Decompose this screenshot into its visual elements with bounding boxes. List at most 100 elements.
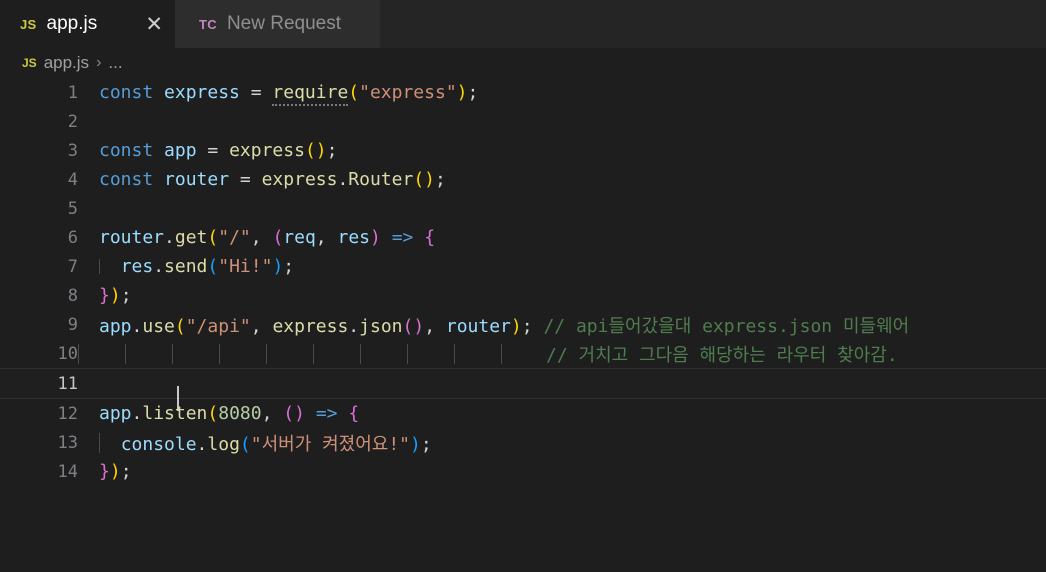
- token-punctuation: ;: [435, 169, 446, 190]
- token-comment: // 거치고 그다음 해당하는 라우터 찾아감.: [546, 344, 898, 366]
- token-punctuation: ;: [521, 315, 533, 337]
- line-number: 14: [57, 461, 78, 482]
- code-line[interactable]: 14 });: [0, 457, 1046, 486]
- token-object: app: [99, 403, 132, 424]
- indent-guide: [99, 432, 100, 453]
- line-number: 5: [67, 198, 78, 219]
- token-keyword: const: [99, 140, 154, 161]
- code-line[interactable]: 10 // 거치고 그다음 해당하는 라우터 찾아감.: [0, 339, 1046, 368]
- code-line[interactable]: 12 app.listen(8080, () => {: [0, 399, 1046, 428]
- token-operator: =: [250, 82, 262, 103]
- token-punctuation: .: [131, 315, 143, 337]
- token-method: log: [207, 433, 240, 455]
- code-line[interactable]: 1 const express = require("express");: [0, 78, 1046, 107]
- token-punctuation: ,: [424, 315, 436, 337]
- javascript-file-icon: JS: [20, 16, 37, 32]
- indent-guide: [501, 343, 502, 364]
- breadcrumb-file[interactable]: app.js: [44, 53, 89, 73]
- tab-label: app.js: [46, 13, 98, 34]
- code-line[interactable]: 2: [0, 107, 1046, 136]
- code-line[interactable]: 8 });: [0, 281, 1046, 310]
- token-number: 8080: [218, 403, 262, 424]
- token-punctuation: ;: [283, 256, 295, 277]
- token-method: send: [164, 256, 208, 277]
- token-punctuation: .: [337, 169, 349, 190]
- token-arrow: =>: [391, 227, 414, 248]
- token-bracket: ): [370, 227, 381, 248]
- token-object: console: [120, 433, 197, 455]
- code-line[interactable]: 9 app.use("/api", express.json(), router…: [0, 310, 1046, 339]
- token-object: res: [120, 256, 154, 277]
- line-content[interactable]: });: [78, 285, 1046, 306]
- token-operator: =: [207, 140, 219, 161]
- token-string: "/": [218, 227, 251, 248]
- line-number: 10: [57, 343, 78, 364]
- tab-new-request[interactable]: TC New Request: [175, 0, 380, 48]
- token-punctuation: .: [153, 256, 165, 277]
- line-number: 12: [57, 403, 78, 424]
- tab-app-js[interactable]: JS app.js ✕: [0, 0, 175, 48]
- token-bracket: (: [272, 227, 284, 248]
- line-content[interactable]: app.listen(8080, () => {: [78, 403, 1046, 424]
- line-content[interactable]: const express = require("express");: [78, 82, 1046, 106]
- token-bracket: ): [272, 256, 284, 277]
- token-parameter: req: [283, 227, 316, 248]
- line-content[interactable]: app.use("/api", express.json(), router);…: [78, 312, 1046, 338]
- token-punctuation: ;: [326, 140, 338, 161]
- line-number: 7: [67, 256, 78, 277]
- token-punctuation: ,: [250, 315, 262, 337]
- code-line[interactable]: 6 router.get("/", (req, res) => {: [0, 223, 1046, 252]
- breadcrumb-symbols[interactable]: ...: [108, 53, 122, 73]
- token-arrow: =>: [315, 403, 338, 424]
- token-function: require: [272, 82, 349, 106]
- code-line-active[interactable]: 11: [0, 368, 1046, 411]
- line-content[interactable]: console.log("서버가 켜졌어요!");: [78, 430, 1046, 456]
- line-number: 8: [67, 285, 78, 306]
- indent-guide: [266, 343, 267, 364]
- indent-guide: [360, 343, 361, 364]
- line-content[interactable]: });: [78, 461, 1046, 482]
- line-content[interactable]: // 거치고 그다음 해당하는 라우터 찾아감.: [78, 341, 1046, 367]
- token-bracket: (: [174, 315, 186, 337]
- token-keyword: const: [99, 169, 154, 190]
- code-line[interactable]: 7 res.send("Hi!");: [0, 252, 1046, 281]
- indent-guide: [454, 343, 455, 364]
- token-method: use: [142, 315, 175, 337]
- token-bracket: (: [239, 433, 251, 455]
- line-number: 1: [67, 82, 78, 103]
- token-object: express: [272, 315, 349, 337]
- token-bracket: {: [348, 403, 360, 424]
- token-punctuation: ;: [420, 433, 432, 455]
- line-number: 11: [57, 373, 78, 394]
- token-punctuation: ;: [120, 285, 132, 306]
- code-line[interactable]: 3 const app = express();: [0, 136, 1046, 165]
- line-number: 3: [67, 140, 78, 161]
- token-punctuation: .: [131, 403, 143, 424]
- line-content[interactable]: router.get("/", (req, res) => {: [78, 227, 1046, 248]
- code-editor[interactable]: 1 const express = require("express"); 2 …: [0, 78, 1046, 572]
- token-identifier: express: [164, 82, 240, 103]
- token-identifier: router: [445, 315, 511, 337]
- code-line[interactable]: 13 console.log("서버가 켜졌어요!");: [0, 428, 1046, 457]
- token-bracket: (: [207, 403, 219, 424]
- token-string: "서버가 켜졌어요!": [250, 433, 411, 455]
- token-bracket: ): [410, 433, 421, 455]
- line-content[interactable]: const app = express();: [78, 140, 1046, 161]
- token-string: "/api": [185, 315, 251, 337]
- token-bracket: (): [413, 169, 436, 190]
- token-bracket: (: [207, 227, 219, 248]
- code-line[interactable]: 4 const router = express.Router();: [0, 165, 1046, 194]
- token-punctuation: ;: [467, 82, 479, 103]
- line-number: 9: [67, 314, 78, 335]
- line-number: 6: [67, 227, 78, 248]
- indent-guide: [172, 343, 173, 364]
- line-content[interactable]: res.send("Hi!");: [78, 256, 1046, 277]
- code-line[interactable]: 5: [0, 194, 1046, 223]
- close-icon[interactable]: ✕: [145, 14, 163, 35]
- tab-label: New Request: [226, 13, 341, 34]
- line-content[interactable]: const router = express.Router();: [78, 169, 1046, 190]
- token-bracket: (): [402, 315, 425, 337]
- token-string: "express": [359, 82, 457, 103]
- token-object: express: [261, 169, 338, 190]
- breadcrumb: JS app.js › ...: [0, 48, 1046, 78]
